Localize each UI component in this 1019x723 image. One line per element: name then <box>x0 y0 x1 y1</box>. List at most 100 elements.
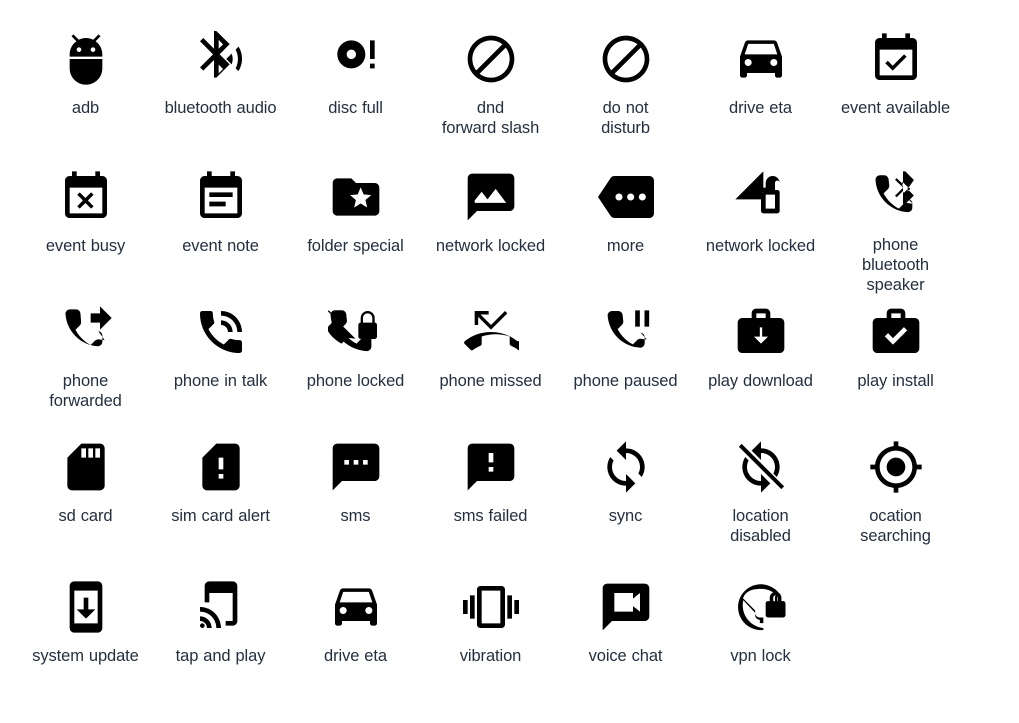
icon-label: ocation searching <box>860 507 931 545</box>
icon-label: play install <box>857 372 934 390</box>
vibration-icon <box>462 570 519 644</box>
icon-label: event note <box>182 237 259 255</box>
icon-cell-more-icon[interactable]: more <box>558 160 693 295</box>
adb-icon <box>58 22 114 96</box>
icon-cell-event-busy-icon[interactable]: event busy <box>18 160 153 295</box>
drive-eta-icon <box>328 570 384 644</box>
icon-cell-tap-and-play-icon[interactable]: tap and play <box>153 570 288 690</box>
icon-cell-location-disabled-icon[interactable]: location disabled <box>693 430 828 570</box>
icon-cell-sms-failed-icon[interactable]: sms failed <box>423 430 558 570</box>
sms-icon <box>328 430 384 504</box>
icon-cell-phone-in-talk-icon[interactable]: phone in talk <box>153 295 288 430</box>
icon-label: bluetooth audio <box>164 99 277 117</box>
sms-failed-icon <box>463 430 519 504</box>
icon-label: event busy <box>45 237 126 255</box>
icon-cell-phone-missed-icon[interactable]: phone missed <box>423 295 558 430</box>
icon-cell-sim-card-alert-icon[interactable]: sim card alert <box>153 430 288 570</box>
play-download-icon <box>733 295 789 369</box>
icon-label: network locked <box>705 237 816 255</box>
icon-label: sms failed <box>453 507 528 525</box>
icon-label: vibration <box>459 647 522 665</box>
icon-label: do not disturb <box>601 99 650 137</box>
icon-cell-sd-card-icon[interactable]: sd card <box>18 430 153 570</box>
icon-label: phone missed <box>439 372 542 390</box>
icon-cell-drive-eta-icon[interactable]: drive eta <box>288 570 423 690</box>
icon-label: phone forwarded <box>49 372 122 410</box>
icon-cell-bluetooth-audio-icon[interactable]: bluetooth audio <box>153 22 288 160</box>
icon-cell-event-note-icon[interactable]: event note <box>153 160 288 295</box>
icon-cell-dnd-forward-slash-icon[interactable]: dnd forward slash <box>423 22 558 160</box>
phone-forwarded-icon <box>58 295 114 369</box>
icon-label: more <box>606 237 645 255</box>
icon-cell-disc-full-icon[interactable]: disc full <box>288 22 423 160</box>
icon-cell-phone-paused-icon[interactable]: phone paused <box>558 295 693 430</box>
icon-label: tap and play <box>175 647 266 665</box>
icon-row-1: event busy event note folder special networ… <box>18 160 1001 295</box>
icon-cell-sync-icon[interactable]: sync <box>558 430 693 570</box>
disc-full-icon <box>328 22 384 96</box>
icon-cell-phone-bluetooth-speaker-icon[interactable]: phone bluetooth speaker <box>828 160 963 295</box>
icon-row-0: adb bluetooth audio disc full dnd forward sl… <box>18 22 1001 160</box>
system-update-icon <box>58 570 114 644</box>
icon-cell-adb-icon[interactable]: adb <box>18 22 153 160</box>
phone-locked-icon <box>327 295 384 369</box>
icon-label: voice chat <box>588 647 663 665</box>
icon-label: system update <box>32 647 139 665</box>
icon-cell-location-searching-icon[interactable]: ocation searching <box>828 430 963 570</box>
icon-label: phone in talk <box>173 372 268 390</box>
icon-cell-drive-eta-icon[interactable]: drive eta <box>693 22 828 160</box>
phone-missed-icon <box>463 295 519 369</box>
bluetooth-audio-icon <box>193 22 249 96</box>
icon-cell-network-locked-signal-icon[interactable]: network locked <box>693 160 828 295</box>
phone-in-talk-icon <box>193 295 249 369</box>
folder-special-icon <box>328 160 384 234</box>
event-busy-icon <box>58 160 114 234</box>
more-icon <box>597 160 654 234</box>
icon-label: location disabled <box>730 507 791 545</box>
icon-label: drive eta <box>729 99 792 117</box>
icon-label: phone bluetooth speaker <box>862 236 929 294</box>
vpn-lock-icon <box>733 570 789 644</box>
drive-eta-icon <box>733 22 789 96</box>
icon-label: vpn lock <box>730 647 791 665</box>
icon-label: disc full <box>328 99 383 117</box>
icon-label: play download <box>708 372 813 390</box>
icon-cell-phone-locked-icon[interactable]: phone locked <box>288 295 423 430</box>
icon-cell-play-download-icon[interactable]: play download <box>693 295 828 430</box>
icon-cell-folder-special-icon[interactable]: folder special <box>288 160 423 295</box>
icon-cell-vibration-icon[interactable]: vibration <box>423 570 558 690</box>
sync-icon <box>598 430 654 504</box>
icon-cell-event-available-icon[interactable]: event available <box>828 22 963 160</box>
sim-card-alert-icon <box>193 430 249 504</box>
icon-cell-voice-chat-icon[interactable]: voice chat <box>558 570 693 690</box>
do-not-disturb-icon <box>598 22 654 96</box>
icon-label: phone locked <box>306 372 405 390</box>
voice-chat-icon <box>598 570 654 644</box>
dnd-forward-slash-icon <box>463 22 519 96</box>
icon-label: event available <box>840 99 951 117</box>
icon-grid: adb bluetooth audio disc full dnd forward sl… <box>0 0 1019 723</box>
icon-label: phone paused <box>573 372 678 390</box>
icon-row-3: sd card sim card alert sms sms failed sync lo… <box>18 430 1001 570</box>
icon-label: sim card alert <box>171 507 270 525</box>
network-locked-image-icon <box>463 160 519 234</box>
icon-cell-do-not-disturb-icon[interactable]: do not disturb <box>558 22 693 160</box>
icon-cell-play-install-icon[interactable]: play install <box>828 295 963 430</box>
icon-label: drive eta <box>324 647 387 665</box>
event-note-icon <box>193 160 249 234</box>
icon-row-2: phone forwarded phone in talk phone locked p… <box>18 295 1001 430</box>
icon-label: folder special <box>307 237 404 255</box>
icon-label: sync <box>608 507 643 525</box>
icon-cell-vpn-lock-icon[interactable]: vpn lock <box>693 570 828 690</box>
tap-and-play-icon <box>193 570 249 644</box>
icon-label: network locked <box>435 237 546 255</box>
icon-cell-system-update-icon[interactable]: system update <box>18 570 153 690</box>
icon-cell-phone-forwarded-icon[interactable]: phone forwarded <box>18 295 153 430</box>
icon-label: sms <box>340 507 371 525</box>
network-locked-signal-icon <box>733 160 789 234</box>
play-install-icon <box>868 295 924 369</box>
icon-label: adb <box>71 99 100 117</box>
phone-paused-icon <box>598 295 654 369</box>
icon-cell-sms-icon[interactable]: sms <box>288 430 423 570</box>
icon-cell-network-locked-image-icon[interactable]: network locked <box>423 160 558 295</box>
